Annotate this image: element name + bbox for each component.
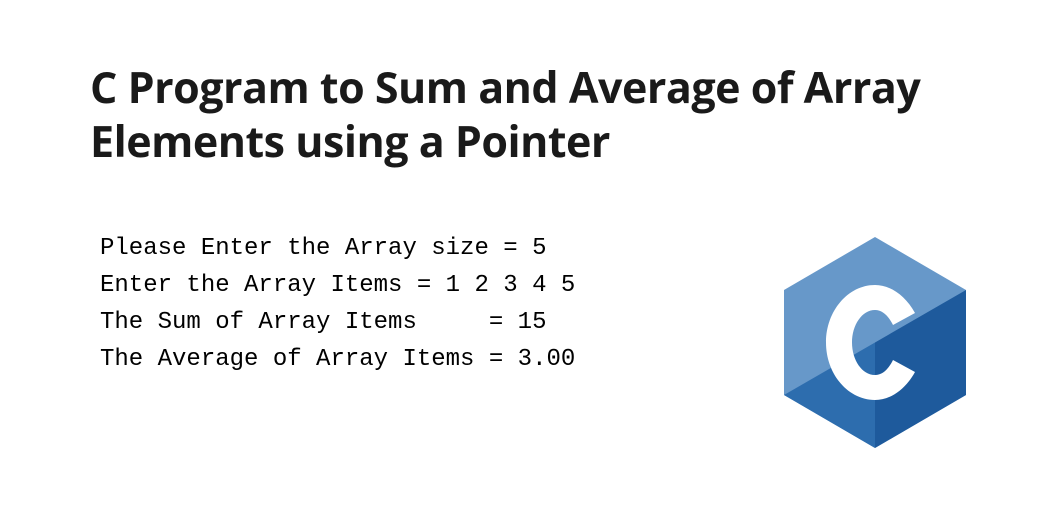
code-line-1: Please Enter the Array size = 5 — [100, 235, 546, 262]
page-title: C Program to Sum and Average of Array El… — [90, 60, 960, 168]
code-line-2: Enter the Array Items = 1 2 3 4 5 — [100, 272, 575, 299]
c-language-logo-icon — [780, 235, 970, 450]
code-line-3: The Sum of Array Items = 15 — [100, 309, 546, 336]
code-line-4: The Average of Array Items = 3.00 — [100, 346, 575, 373]
